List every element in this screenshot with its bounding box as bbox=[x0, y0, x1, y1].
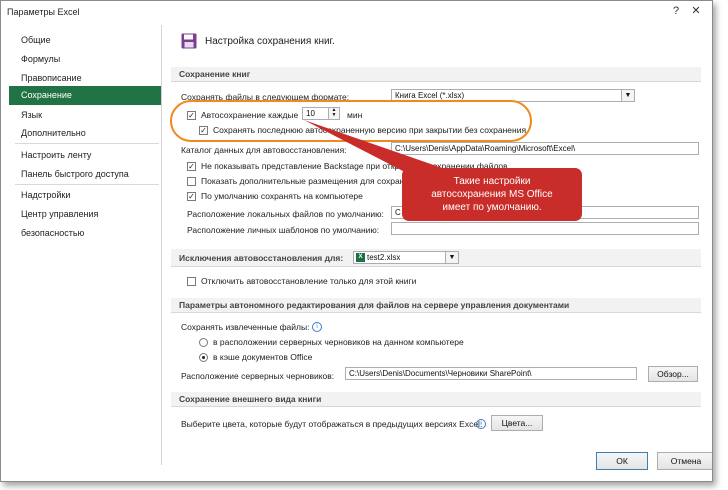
colors-button[interactable]: Цвета... bbox=[491, 415, 543, 431]
colors-label: Выберите цвета, которые будут отображать… bbox=[181, 419, 483, 429]
sidebar-item-quick-access-toolbar[interactable]: Панель быстрого доступа bbox=[9, 165, 161, 184]
info-icon: i bbox=[312, 322, 322, 332]
save-format-value: Книга Excel (*.xlsx) bbox=[395, 91, 465, 100]
drafts-location-input[interactable]: C:\Users\Denis\Documents\Черновики Share… bbox=[345, 367, 637, 380]
personal-templates-input[interactable] bbox=[391, 222, 699, 235]
browse-button[interactable]: Обзор... bbox=[648, 366, 698, 382]
exceptions-workbook-value: test2.xlsx bbox=[367, 253, 401, 262]
sidebar-item-customize-ribbon[interactable]: Настроить ленту bbox=[9, 146, 161, 165]
cancel-button[interactable]: Отмена bbox=[657, 452, 712, 470]
drafts-location-label: Расположение серверных черновиков: bbox=[181, 371, 335, 381]
excel-file-icon: X bbox=[356, 253, 365, 262]
drafts-location-value: C:\Users\Denis\Documents\Черновики Share… bbox=[349, 369, 532, 378]
exceptions-header-label: Исключения автовосстановления для: bbox=[179, 253, 344, 263]
sidebar-item-language[interactable]: Язык bbox=[9, 106, 161, 125]
annotation-callout: Такие настройки автосохранения MS Office… bbox=[402, 168, 582, 221]
chevron-down-icon: ▼ bbox=[621, 90, 634, 101]
help-icon[interactable]: ? bbox=[668, 4, 684, 18]
options-dialog: Параметры Excel ? ✕ Общие Формулы Правоп… bbox=[0, 0, 713, 482]
page-heading: Настройка сохранения книг. bbox=[205, 36, 335, 47]
disable-autorecover-label: Отключить автовосстановление только для … bbox=[201, 276, 417, 286]
radio-office-cache-label: в кэше документов Office bbox=[213, 352, 313, 362]
sidebar-item-add-ins[interactable]: Надстройки bbox=[9, 186, 161, 205]
sidebar-item-advanced[interactable]: Дополнительно bbox=[9, 124, 161, 143]
radio-office-cache[interactable] bbox=[199, 353, 208, 362]
chevron-down-icon: ▼ bbox=[445, 252, 458, 263]
sidebar-item-save[interactable]: Сохранение bbox=[9, 86, 161, 105]
sidebar-divider bbox=[15, 184, 159, 185]
title-bar: Параметры Excel ? ✕ bbox=[1, 1, 712, 23]
section-header-save: Сохранение книг bbox=[171, 67, 701, 82]
local-default-value: C bbox=[395, 208, 401, 217]
floppy-disk-icon bbox=[181, 33, 197, 49]
window-title: Параметры Excel bbox=[7, 7, 80, 17]
sidebar-item-formulas[interactable]: Формулы bbox=[9, 50, 161, 69]
options-sidebar: Общие Формулы Правописание Сохранение Яз… bbox=[9, 25, 162, 465]
sidebar-item-general[interactable]: Общие bbox=[9, 31, 161, 50]
exceptions-workbook-select[interactable]: X test2.xlsx ▼ bbox=[353, 251, 459, 264]
callout-line-3: имеет по умолчанию. bbox=[442, 202, 542, 213]
save-local-checkbox[interactable]: ✓ bbox=[187, 192, 196, 201]
radio-server-drafts-label: в расположении серверных черновиков на д… bbox=[213, 337, 464, 347]
save-options-panel: Настройка сохранения книг. Сохранение кн… bbox=[169, 25, 709, 445]
no-backstage-checkbox[interactable]: ✓ bbox=[187, 162, 196, 171]
section-header-offline: Параметры автономного редактирования для… bbox=[171, 298, 701, 313]
callout-line-1: Такие настройки bbox=[453, 176, 531, 187]
save-extracted-label: Сохранять извлеченные файлы: bbox=[181, 322, 310, 332]
section-header-appearance: Сохранение внешнего вида книги bbox=[171, 392, 701, 407]
sidebar-item-trust-center[interactable]: Центр управления безопасностью bbox=[9, 205, 161, 238]
radio-server-drafts[interactable] bbox=[199, 338, 208, 347]
sidebar-divider bbox=[15, 143, 159, 144]
show-extra-locations-checkbox[interactable] bbox=[187, 177, 196, 186]
save-local-label: По умолчанию сохранять на компьютере bbox=[201, 191, 363, 201]
ok-button[interactable]: ОК bbox=[596, 452, 648, 470]
close-icon[interactable]: ✕ bbox=[688, 4, 704, 18]
disable-autorecover-checkbox[interactable] bbox=[187, 277, 196, 286]
callout-line-2: автосохранения MS Office bbox=[431, 189, 553, 200]
local-default-label: Расположение локальных файлов по умолчан… bbox=[187, 209, 384, 219]
personal-templates-label: Расположение личных шаблонов по умолчани… bbox=[187, 225, 380, 235]
info-icon: i bbox=[476, 419, 486, 429]
